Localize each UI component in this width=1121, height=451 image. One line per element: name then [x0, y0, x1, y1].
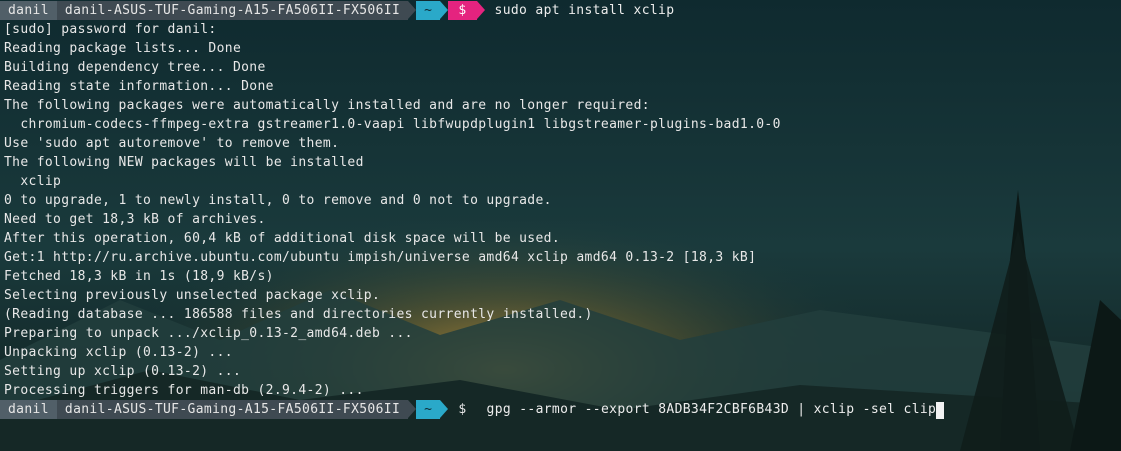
prompt-host: danil-ASUS-TUF-Gaming-A15-FA506II-FX506I… — [56, 400, 409, 419]
output-line: 0 to upgrade, 1 to newly install, 0 to r… — [4, 193, 552, 208]
prompt-user: danil — [0, 400, 57, 419]
prompt-symbol: $ — [448, 1, 477, 20]
text-cursor — [936, 401, 945, 419]
command-text: sudo apt install xclip — [494, 3, 675, 18]
prompt-host: danil-ASUS-TUF-Gaming-A15-FA506II-FX506I… — [56, 1, 409, 20]
output-line: Reading package lists... Done — [4, 41, 242, 56]
prompt-line-2[interactable]: danil danil-ASUS-TUF-Gaming-A15-FA506II-… — [0, 400, 945, 419]
prompt-dir: ~ — [416, 1, 441, 20]
output-line: Need to get 18,3 kB of archives. — [4, 212, 266, 227]
output-line: Use 'sudo apt autoremove' to remove them… — [4, 136, 340, 151]
output-line: Building dependency tree... Done — [4, 60, 266, 75]
prompt-user: danil — [0, 1, 57, 20]
command-input[interactable]: gpg --armor --export 8ADB34F2CBF6B43D | … — [477, 400, 945, 419]
output-line: Unpacking xclip (0.13-2) ... — [4, 345, 233, 360]
output-line: Selecting previously unselected package … — [4, 288, 381, 303]
prompt-separator — [476, 1, 485, 19]
output-line: [sudo] password for danil: — [4, 22, 217, 37]
prompt-separator — [408, 400, 417, 418]
output-line: Processing triggers for man-db (2.9.4-2)… — [4, 383, 364, 398]
output-line: Setting up xclip (0.13-2) ... — [4, 364, 242, 379]
command-text: gpg --armor --export 8ADB34F2CBF6B43D | … — [486, 402, 937, 417]
prompt-line-1: danil danil-ASUS-TUF-Gaming-A15-FA506II-… — [0, 1, 674, 20]
prompt-symbol: $ — [458, 402, 467, 417]
output-line: The following NEW packages will be insta… — [4, 155, 364, 170]
output-line: xclip — [4, 174, 62, 189]
prompt-separator — [440, 400, 449, 418]
output-line: After this operation, 60,4 kB of additio… — [4, 231, 561, 246]
output-line: The following packages were automaticall… — [4, 98, 650, 113]
prompt-dir: ~ — [416, 400, 441, 419]
prompt-separator — [408, 1, 417, 19]
output-line: chromium-codecs-ffmpeg-extra gstreamer1.… — [4, 117, 781, 132]
output-line: Preparing to unpack .../xclip_0.13-2_amd… — [4, 326, 413, 341]
output-line: (Reading database ... 186588 files and d… — [4, 307, 593, 322]
output-line: Get:1 http://ru.archive.ubuntu.com/ubunt… — [4, 250, 757, 265]
terminal-window[interactable]: danil danil-ASUS-TUF-Gaming-A15-FA506II-… — [0, 0, 1121, 451]
output-line: Reading state information... Done — [4, 79, 274, 94]
prompt-separator — [440, 1, 449, 19]
output-line: Fetched 18,3 kB in 1s (18,9 kB/s) — [4, 269, 274, 284]
